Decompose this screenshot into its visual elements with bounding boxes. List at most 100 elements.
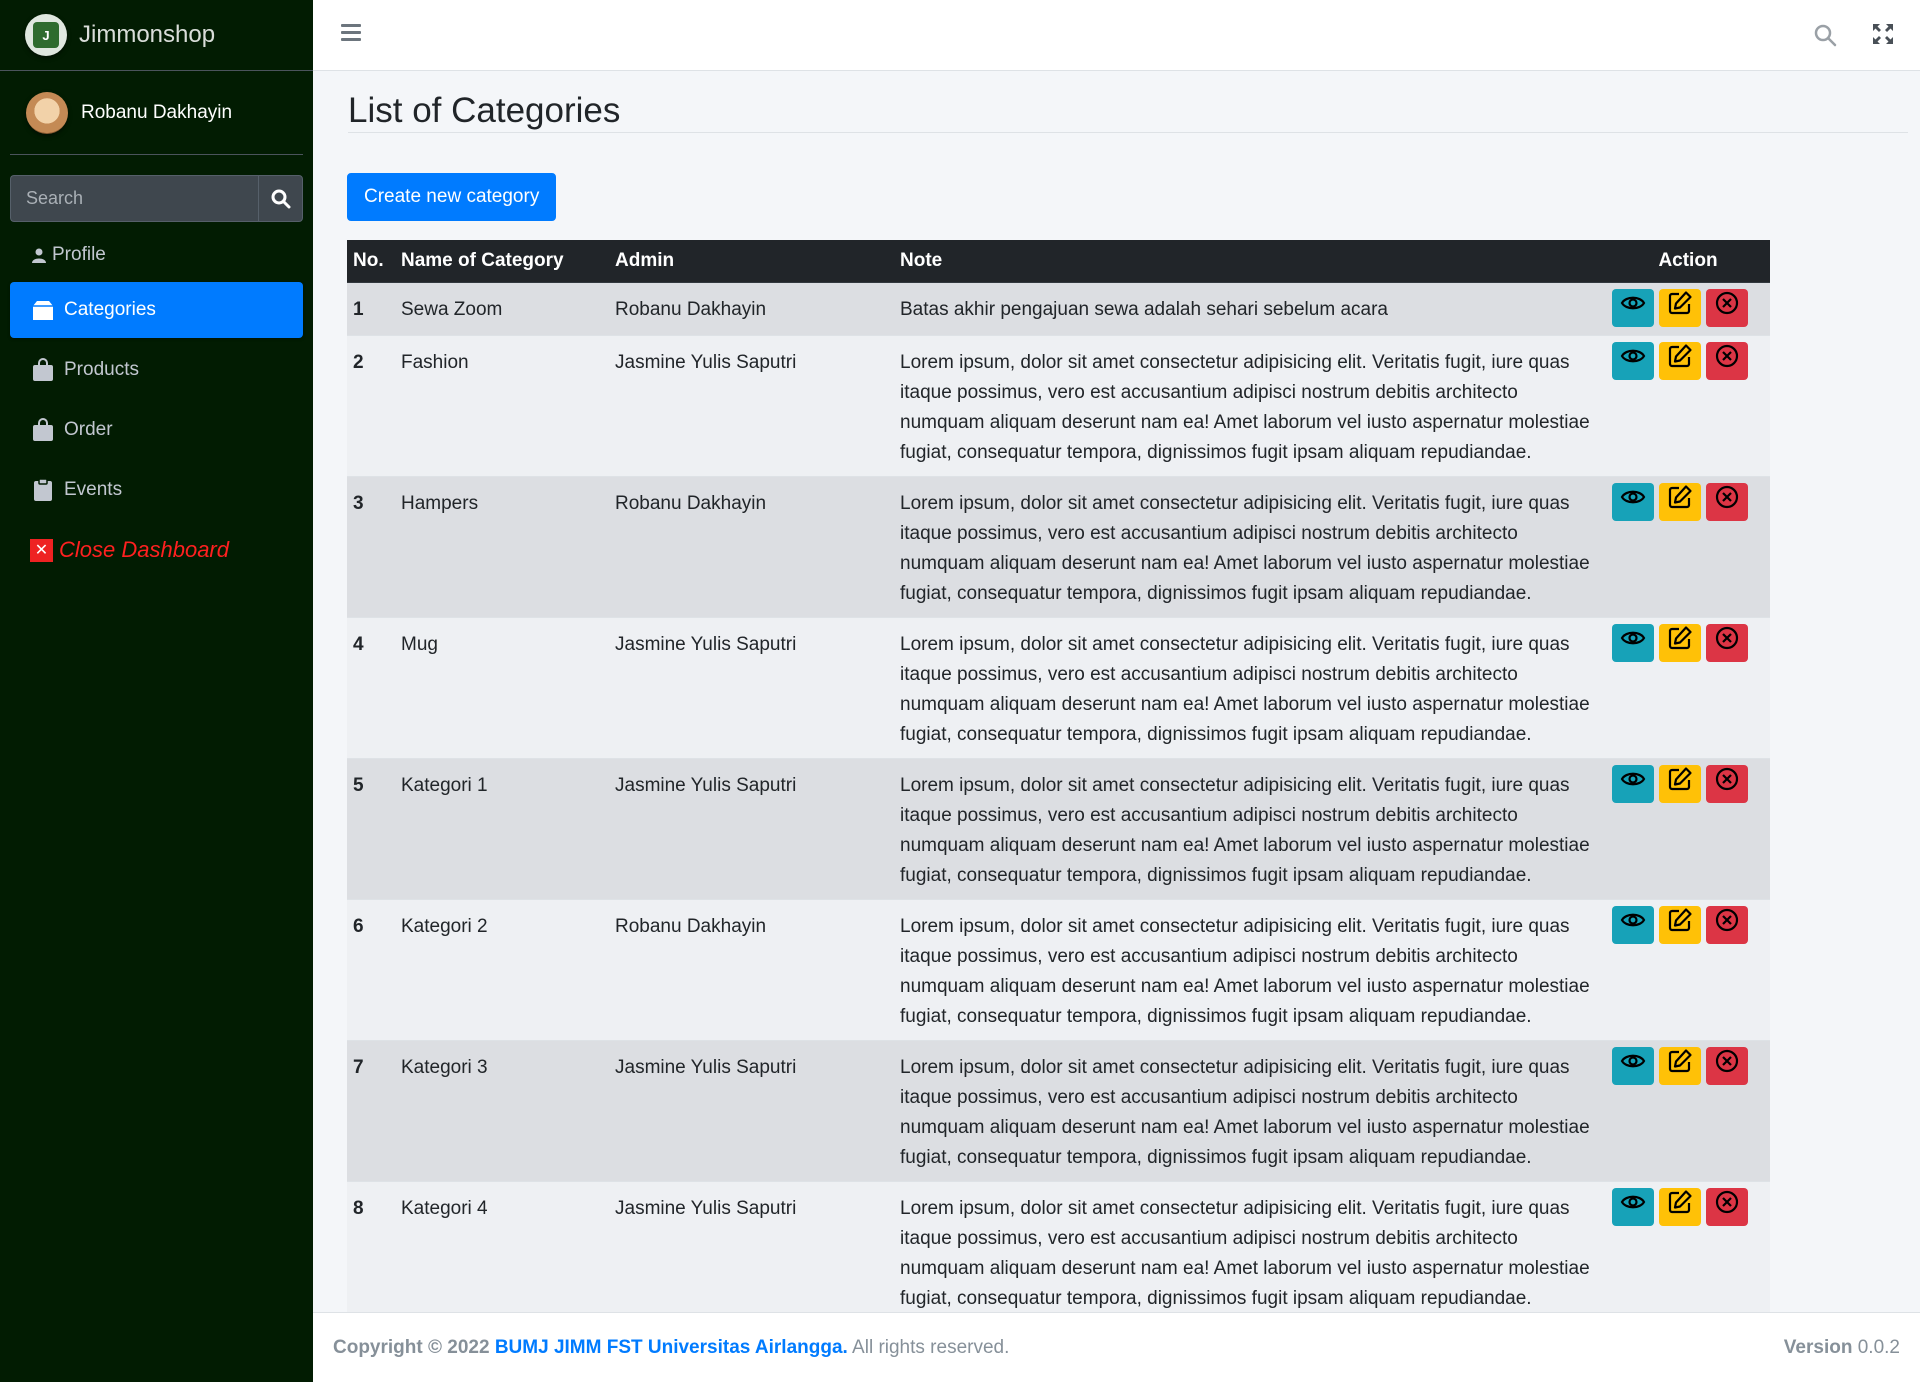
eye-icon — [1620, 1048, 1646, 1084]
view-button[interactable] — [1612, 623, 1654, 662]
delete-button[interactable] — [1706, 1046, 1748, 1085]
sidebar-search — [10, 175, 303, 222]
table-row: 8 Kategori 4 Jasmine Yulis Saputri Lorem ip… — [347, 1180, 1770, 1322]
table-header-row: No. Name of Category Admin Note Action — [347, 240, 1770, 283]
close-circle-icon — [1714, 484, 1740, 520]
shopping-bag-icon — [30, 418, 56, 442]
user-name[interactable]: Robanu Dakhayin — [81, 102, 232, 124]
sidebar-item-label: Close Dashboard — [59, 537, 229, 562]
version-label: Version — [1783, 1336, 1853, 1358]
version-number: 0.0.2 — [1857, 1336, 1900, 1358]
view-button[interactable] — [1612, 482, 1654, 521]
close-circle-icon — [1714, 290, 1740, 326]
edit-icon — [1667, 484, 1693, 520]
delete-button[interactable] — [1706, 1187, 1748, 1226]
table-row: 7 Kategori 3 Jasmine Yulis Saputri Lorem ip… — [347, 1039, 1770, 1181]
table-row: 3 Hampers Robanu Dakhayin Lorem ipsum, dolo… — [347, 475, 1770, 617]
edit-button[interactable] — [1659, 905, 1701, 944]
column-header-no: No. — [347, 240, 395, 283]
brand-link[interactable]: J Jimmonshop — [0, 0, 313, 71]
cell-action — [1606, 281, 1770, 335]
view-button[interactable] — [1612, 1187, 1654, 1226]
eye-icon — [1620, 907, 1646, 943]
close-circle-icon — [1714, 766, 1740, 802]
close-circle-icon — [1714, 625, 1740, 661]
footer: Copyright © 2022 BUMJ JIMM FST Universit… — [313, 1312, 1920, 1382]
hamburger-icon[interactable] — [341, 24, 361, 44]
sidebar-search-button[interactable] — [258, 175, 303, 222]
edit-button[interactable] — [1659, 1187, 1701, 1226]
edit-button[interactable] — [1659, 341, 1701, 380]
edit-button[interactable] — [1659, 1046, 1701, 1085]
table-row: 2 Fashion Jasmine Yulis Saputri Lorem ipsum… — [347, 334, 1770, 476]
view-button[interactable] — [1612, 341, 1654, 380]
cell-admin: Jasmine Yulis Saputri — [609, 1039, 894, 1181]
delete-button[interactable] — [1706, 482, 1748, 521]
cell-admin: Robanu Dakhayin — [609, 898, 894, 1040]
sidebar-nav: Profile Categories Products Order Events — [10, 232, 303, 578]
cell-note: Batas akhir pengajuan sewa adalah sehari… — [894, 281, 1606, 335]
fullscreen-button[interactable] — [1872, 23, 1894, 50]
cell-no: 2 — [347, 334, 395, 476]
cell-category-name: Kategori 4 — [395, 1180, 609, 1322]
cell-note: Lorem ipsum, dolor sit amet consectetur … — [894, 898, 1606, 1040]
column-header-note: Note — [894, 240, 1606, 283]
close-icon: ✕ — [30, 538, 53, 562]
close-circle-icon — [1714, 1189, 1740, 1225]
eye-icon — [1620, 625, 1646, 661]
sidebar-item-label: Products — [64, 359, 139, 380]
view-button[interactable] — [1612, 764, 1654, 803]
copyright-text: Copyright © 2022 — [333, 1336, 490, 1358]
delete-button[interactable] — [1706, 623, 1748, 662]
create-category-button[interactable]: Create new category — [347, 173, 557, 221]
cell-category-name: Fashion — [395, 334, 609, 476]
table-row: 4 Mug Jasmine Yulis Saputri Lorem ipsum, do… — [347, 616, 1770, 758]
cell-category-name: Kategori 1 — [395, 757, 609, 899]
avatar — [26, 91, 68, 134]
sidebar-item-close-dashboard[interactable]: ✕ Close Dashboard — [10, 522, 303, 578]
view-button[interactable] — [1612, 1046, 1654, 1085]
delete-button[interactable] — [1706, 288, 1748, 327]
edit-icon — [1667, 625, 1693, 661]
copyright: Copyright © 2022 BUMJ JIMM FST Universit… — [333, 1337, 1009, 1359]
column-header-name: Name of Category — [395, 240, 609, 283]
sidebar-item-events[interactable]: Events — [10, 462, 303, 518]
cell-action — [1606, 1039, 1770, 1181]
sidebar-item-products[interactable]: Products — [10, 342, 303, 398]
org-link[interactable]: BUMJ JIMM FST Universitas Airlangga. — [495, 1337, 848, 1358]
search-icon — [271, 189, 290, 208]
cell-action — [1606, 334, 1770, 476]
cell-category-name: Hampers — [395, 475, 609, 617]
edit-button[interactable] — [1659, 623, 1701, 662]
edit-icon — [1667, 343, 1693, 379]
cell-admin: Jasmine Yulis Saputri — [609, 1180, 894, 1322]
edit-button[interactable] — [1659, 764, 1701, 803]
delete-button[interactable] — [1706, 341, 1748, 380]
divider — [348, 132, 1908, 133]
eye-icon — [1620, 1189, 1646, 1225]
sidebar-item-profile[interactable]: Profile — [10, 232, 303, 278]
sidebar-item-categories[interactable]: Categories — [10, 282, 303, 338]
cell-admin: Robanu Dakhayin — [609, 475, 894, 617]
delete-button[interactable] — [1706, 905, 1748, 944]
sidebar-item-order[interactable]: Order — [10, 402, 303, 458]
edit-button[interactable] — [1659, 288, 1701, 327]
cell-action — [1606, 616, 1770, 758]
view-button[interactable] — [1612, 288, 1654, 327]
cell-category-name: Sewa Zoom — [395, 281, 609, 335]
cell-action — [1606, 1180, 1770, 1322]
box-icon — [30, 298, 56, 322]
version-info: Version 0.0.2 — [1784, 1337, 1900, 1359]
view-button[interactable] — [1612, 905, 1654, 944]
search-icon — [1814, 24, 1837, 47]
brand-name: Jimmonshop — [79, 21, 216, 48]
close-circle-icon — [1714, 1048, 1740, 1084]
eye-icon — [1620, 484, 1646, 520]
edit-button[interactable] — [1659, 482, 1701, 521]
table-row: 5 Kategori 1 Jasmine Yulis Saputri Lorem ip… — [347, 757, 1770, 899]
navbar-search-button[interactable] — [1813, 23, 1837, 52]
cell-action — [1606, 898, 1770, 1040]
cell-category-name: Kategori 3 — [395, 1039, 609, 1181]
sidebar-search-input[interactable] — [10, 175, 258, 222]
delete-button[interactable] — [1706, 764, 1748, 803]
